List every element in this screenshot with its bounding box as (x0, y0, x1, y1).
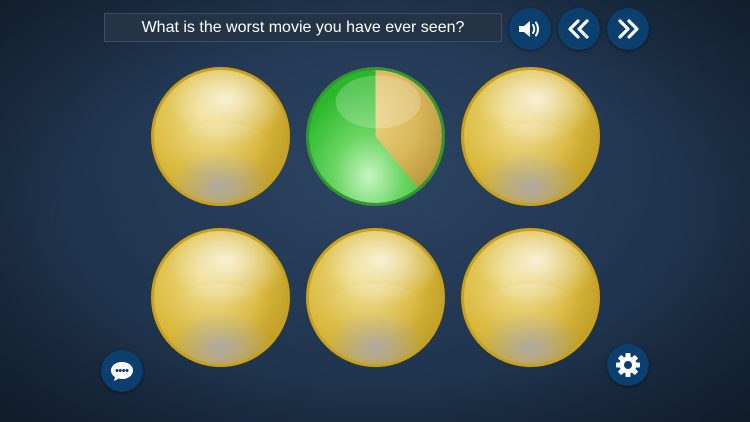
answer-bubble-2[interactable] (306, 67, 445, 206)
bubble-shine (167, 284, 274, 345)
answer-bubble-3[interactable] (461, 67, 600, 206)
chat-bubble-icon (109, 359, 135, 383)
question-text: What is the worst movie you have ever se… (141, 19, 465, 36)
answer-bubble-1[interactable] (151, 67, 290, 206)
settings-button[interactable] (607, 344, 649, 386)
answer-bubble-6[interactable] (461, 228, 600, 367)
question-bar: What is the worst movie you have ever se… (104, 13, 502, 42)
gear-icon (614, 351, 642, 379)
audio-button[interactable] (509, 8, 551, 50)
chat-button[interactable] (101, 350, 143, 392)
bubble-shine (322, 284, 429, 345)
next-button[interactable] (607, 8, 649, 50)
answer-bubble-5[interactable] (306, 228, 445, 367)
bubble-highlight (335, 75, 421, 129)
previous-button[interactable] (558, 8, 600, 50)
speaker-icon (517, 18, 543, 40)
answer-bubble-4[interactable] (151, 228, 290, 367)
double-chevron-left-icon (566, 18, 592, 40)
bubble-shine (167, 123, 274, 184)
reveal-progress-pie (309, 70, 442, 203)
bubble-shine (477, 284, 584, 345)
bubble-shine (477, 123, 584, 184)
double-chevron-right-icon (615, 18, 641, 40)
